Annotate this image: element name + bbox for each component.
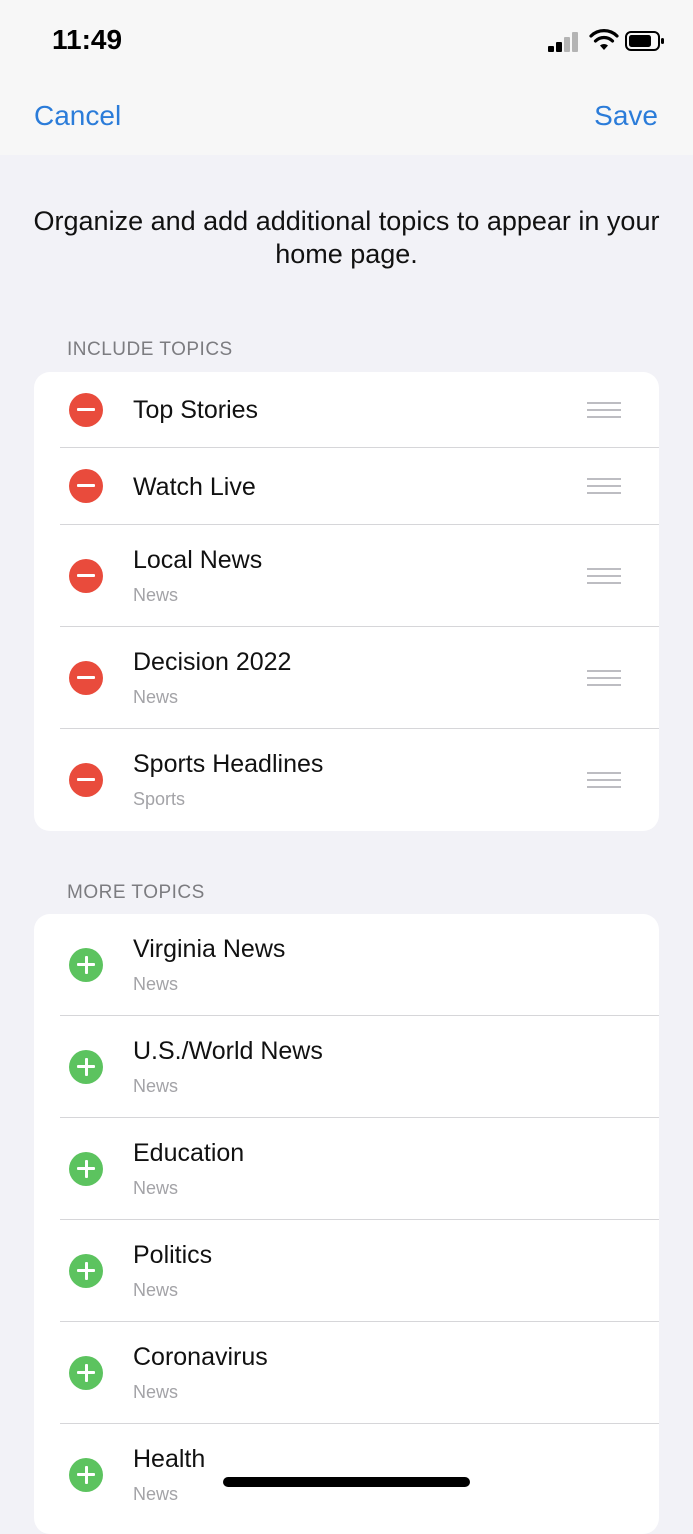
battery-icon (625, 31, 664, 51)
list-item[interactable]: Coronavirus News (34, 1322, 659, 1424)
list-item[interactable]: Virginia News News (34, 914, 659, 1016)
topic-title: Health (133, 1445, 206, 1473)
cancel-button[interactable]: Cancel (34, 100, 121, 132)
list-item: Watch Live (34, 448, 659, 525)
remove-icon[interactable] (69, 661, 103, 695)
topic-subtitle: News (133, 1280, 179, 1300)
include-topics-header: INCLUDE TOPICS (67, 339, 233, 360)
remove-icon[interactable] (69, 763, 103, 797)
topic-subtitle: Sports (133, 789, 186, 809)
topic-title: Education (133, 1139, 245, 1167)
add-icon[interactable] (69, 948, 103, 982)
list-item[interactable]: Politics News (34, 1220, 659, 1322)
include-topics-list: Top Stories Watch Live Local News News D… (34, 372, 659, 831)
add-icon[interactable] (69, 1050, 103, 1084)
topic-subtitle: News (133, 974, 179, 994)
top-bar: 11:49 Cancel Save (0, 0, 693, 155)
wifi-icon (589, 29, 619, 50)
add-icon[interactable] (69, 1458, 103, 1492)
more-topics-list: Virginia News News U.S./World News News … (34, 914, 659, 1534)
list-item[interactable]: U.S./World News News (34, 1016, 659, 1118)
topic-title: Decision 2022 (133, 648, 292, 676)
add-icon[interactable] (69, 1356, 103, 1390)
remove-icon[interactable] (69, 559, 103, 593)
reorder-grip-icon[interactable] (587, 402, 621, 418)
list-item[interactable]: Health News (34, 1424, 659, 1526)
topic-title: Local News (133, 546, 263, 574)
topic-subtitle: News (133, 1076, 179, 1096)
topic-title: Virginia News (133, 935, 286, 963)
list-item: Sports Headlines Sports (34, 729, 659, 831)
topic-subtitle: News (133, 1178, 179, 1198)
reorder-grip-icon[interactable] (587, 772, 621, 788)
list-item: Decision 2022 News (34, 627, 659, 729)
reorder-grip-icon[interactable] (587, 478, 621, 494)
topic-title: Sports Headlines (133, 750, 324, 778)
topic-title: Coronavirus (133, 1343, 268, 1371)
list-item: Local News News (34, 525, 659, 627)
topic-title: Watch Live (133, 473, 256, 501)
cellular-signal-icon (548, 32, 580, 52)
reorder-grip-icon[interactable] (587, 670, 621, 686)
topic-subtitle: News (133, 1382, 179, 1402)
list-item: Top Stories (34, 372, 659, 448)
list-item[interactable]: Education News (34, 1118, 659, 1220)
reorder-grip-icon[interactable] (587, 568, 621, 584)
topic-subtitle: News (133, 687, 179, 707)
add-icon[interactable] (69, 1254, 103, 1288)
topic-title: Politics (133, 1241, 213, 1269)
remove-icon[interactable] (69, 469, 103, 503)
status-time: 11:49 (52, 24, 123, 55)
home-indicator[interactable] (223, 1477, 470, 1487)
save-button[interactable]: Save (594, 100, 658, 132)
topic-subtitle: News (133, 585, 179, 605)
remove-icon[interactable] (69, 393, 103, 427)
more-topics-header: MORE TOPICS (67, 882, 205, 903)
add-icon[interactable] (69, 1152, 103, 1186)
topic-title: Top Stories (133, 396, 259, 424)
topic-title: U.S./World News (133, 1037, 323, 1065)
topic-subtitle: News (133, 1484, 179, 1504)
intro-text: Organize and add additional topics to ap… (33, 206, 660, 269)
